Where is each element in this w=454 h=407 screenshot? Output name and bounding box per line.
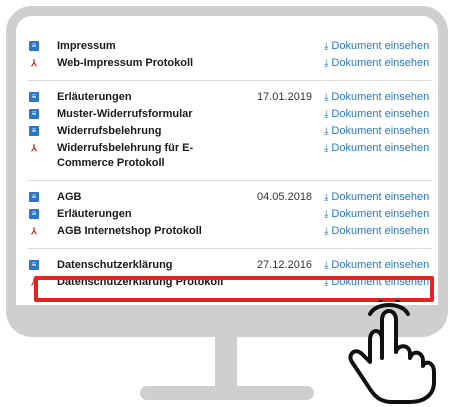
document-row: Impressum ⤓Dokument einsehen	[28, 38, 432, 55]
view-document-link[interactable]: ⤓ Dokument einsehen	[324, 123, 429, 140]
document-title[interactable]: Datenschutzerklärung	[57, 257, 173, 273]
view-document-label: Dokument einsehen	[331, 191, 430, 203]
view-document-label: Dokument einsehen	[331, 208, 430, 220]
view-document-label: Dokument einsehen	[331, 259, 430, 271]
document-title[interactable]: Muster-Widerrufsformular	[57, 106, 193, 122]
document-icon	[29, 209, 39, 219]
monitor-stand-base	[140, 386, 314, 400]
view-document-link[interactable]: ⤓ Dokument einsehen	[324, 223, 429, 240]
document-title[interactable]: Erläuterungen	[57, 89, 132, 105]
view-document-label: Dokument einsehen	[331, 91, 430, 103]
view-document-link[interactable]: ⤓ Dokument einsehen	[324, 55, 429, 72]
view-document-link[interactable]: ⤓ Dokument einsehen	[324, 206, 429, 223]
document-icon	[29, 92, 39, 102]
download-icon: ⤓	[324, 192, 329, 203]
document-list: Impressum⤓Dokument einsehen⅄Web-Impressu…	[28, 34, 432, 299]
download-icon: ⤓	[324, 126, 329, 137]
download-icon: ⤓	[324, 143, 329, 154]
document-title[interactable]: AGB	[57, 189, 81, 205]
view-document-label: Dokument einsehen	[331, 142, 430, 154]
document-row: Erläuterungen ⤓Dokument einsehen	[28, 206, 432, 223]
document-icon	[29, 41, 39, 51]
document-row: ⅄ Web-Impressum Protokoll ⤓ Dokument einseh…	[28, 55, 432, 72]
download-icon: ⤓	[324, 109, 329, 120]
download-icon: ⤓	[324, 226, 329, 237]
download-icon: ⤓	[324, 58, 329, 69]
view-document-link[interactable]: ⤓ Dokument einsehen	[324, 89, 429, 106]
download-icon: ⤓	[324, 92, 329, 103]
view-document-link[interactable]: ⤓ Dokument einsehen	[324, 106, 429, 123]
document-row: ⅄ AGB Internetshop Protokoll ⤓ Dokument ein…	[28, 223, 432, 240]
document-title[interactable]: AGB Internetshop Protokoll	[57, 223, 202, 239]
document-row: ⅄ Widerrufsbelehrung für E-Commerce Proto…	[28, 140, 432, 172]
pointing-hand-icon	[348, 300, 436, 404]
view-document-label: Dokument einsehen	[331, 108, 430, 120]
document-group: Impressum ⤓Dokument einsehen ⅄ Web-Impressu…	[28, 34, 432, 81]
download-icon: ⤓	[324, 209, 329, 220]
document-row: AGB 04.05.2018 ⤓Dokument einsehen	[28, 189, 432, 206]
highlight-box	[34, 276, 434, 302]
view-document-label: Dokument einsehen	[331, 125, 430, 137]
view-document-link[interactable]: ⤓ Dokument einsehen	[324, 140, 429, 157]
document-icon	[29, 109, 39, 119]
document-title[interactable]: Widerrufsbelehrung für E-Commerce Protok…	[57, 140, 227, 171]
document-title[interactable]: Impressum	[57, 38, 116, 54]
document-group: AGB04.05.2018⤓Dokument einsehenErläuteru…	[28, 181, 432, 249]
document-row: Widerrufsbelehrung ⤓Dokument einsehen	[28, 123, 432, 140]
document-title[interactable]: Erläuterungen	[57, 206, 132, 222]
view-document-link[interactable]: ⤓ Dokument einsehen	[324, 257, 429, 274]
document-row: Erläuterungen 17.01.2019 ⤓Dokument einsehe…	[28, 89, 432, 106]
pdf-icon: ⅄	[31, 226, 37, 236]
view-document-label: Dokument einsehen	[331, 40, 430, 52]
document-icon	[29, 192, 39, 202]
document-icon	[29, 126, 39, 136]
view-document-label: Dokument einsehen	[331, 57, 430, 69]
view-document-link[interactable]: ⤓ Dokument einsehen	[324, 38, 429, 55]
download-icon: ⤓	[324, 260, 329, 271]
document-date: 17.01.2019	[257, 91, 313, 103]
pdf-icon: ⅄	[31, 143, 37, 153]
document-icon	[29, 260, 39, 270]
document-group: Erläuterungen17.01.2019⤓Dokument einsehe…	[28, 81, 432, 181]
document-row: Datenschutzerklärung 27.12.2016 ⤓Dokument …	[28, 257, 432, 274]
pdf-icon: ⅄	[31, 58, 37, 68]
document-title[interactable]: Web-Impressum Protokoll	[57, 55, 193, 71]
document-date: 04.05.2018	[257, 191, 313, 203]
document-title[interactable]: Widerrufsbelehrung	[57, 123, 161, 139]
document-date: 27.12.2016	[257, 259, 313, 271]
monitor-stand-neck	[215, 336, 237, 390]
view-document-label: Dokument einsehen	[331, 225, 430, 237]
download-icon: ⤓	[324, 41, 329, 52]
document-row: Muster-Widerrufsformular ⤓Dokument einseh…	[28, 106, 432, 123]
view-document-link[interactable]: ⤓ Dokument einsehen	[324, 189, 429, 206]
